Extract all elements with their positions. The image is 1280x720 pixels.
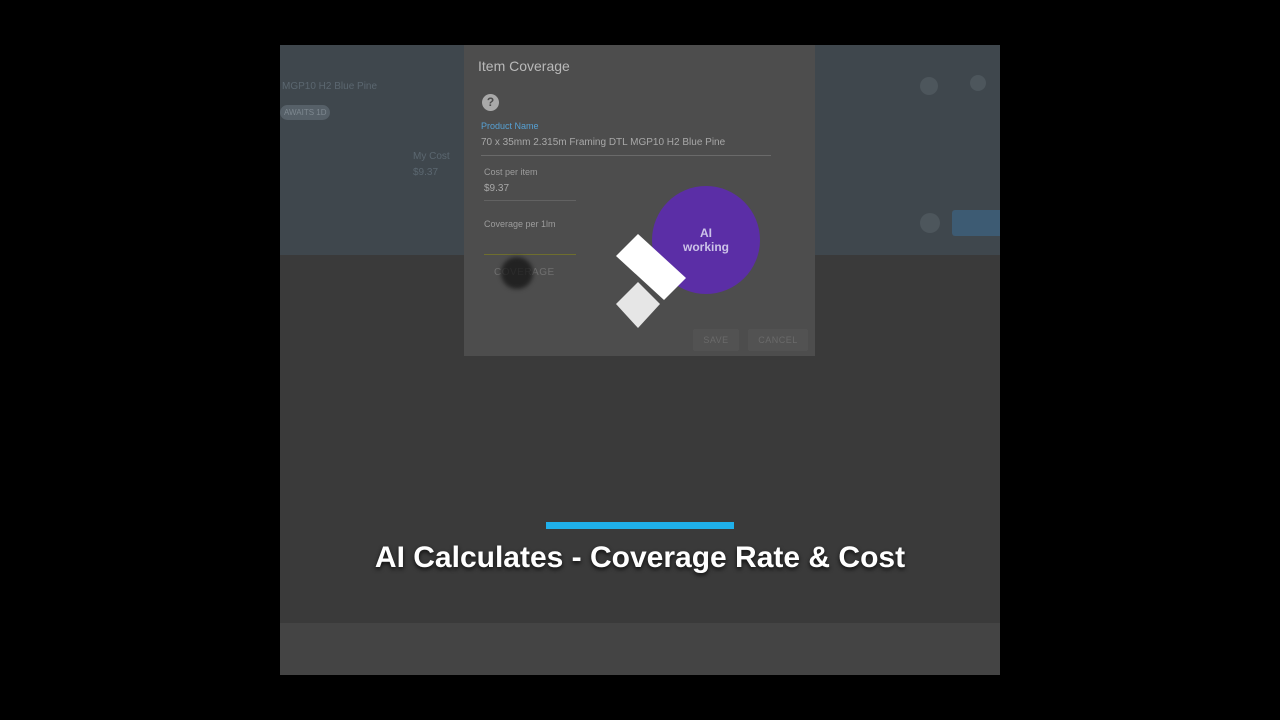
help-icon[interactable]: ? [482, 94, 499, 111]
background-account-icon[interactable] [970, 75, 986, 91]
cost-per-item-field[interactable]: $9.37 [484, 183, 509, 194]
background-cart-icon[interactable] [920, 77, 938, 95]
coverage-per-lm-field[interactable] [484, 254, 576, 255]
video-frame: MGP10 H2 Blue Pine AWAITS 1D My Cost $9.… [280, 45, 1000, 675]
coverage-per-lm-label: Coverage per 1lm [484, 219, 556, 229]
background-my-cost-label: My Cost [413, 151, 450, 162]
mouse-cursor-indicator [501, 257, 533, 289]
background-action-button[interactable] [952, 210, 1000, 236]
cost-per-item-underline [484, 200, 576, 201]
caption-accent-bar [546, 522, 734, 529]
caption-text: AI Calculates - Coverage Rate & Cost [374, 541, 906, 574]
product-name-underline [481, 155, 771, 156]
product-name-field[interactable]: 70 x 35mm 2.315m Framing DTL MGP10 H2 Bl… [481, 137, 725, 148]
background-footer [280, 623, 1000, 675]
cost-per-item-label: Cost per item [484, 167, 538, 177]
background-my-cost-value: $9.37 [413, 167, 439, 178]
save-button[interactable]: SAVE [693, 329, 739, 351]
background-product-title: MGP10 H2 Blue Pine [282, 81, 378, 92]
product-name-label: Product Name [481, 121, 539, 131]
background-edit-icon[interactable] [920, 213, 940, 233]
brand-logo-icon [616, 234, 686, 328]
cancel-button[interactable]: CANCEL [748, 329, 808, 351]
dialog-title: Item Coverage [478, 58, 570, 74]
background-status-chip: AWAITS 1D [280, 105, 330, 120]
